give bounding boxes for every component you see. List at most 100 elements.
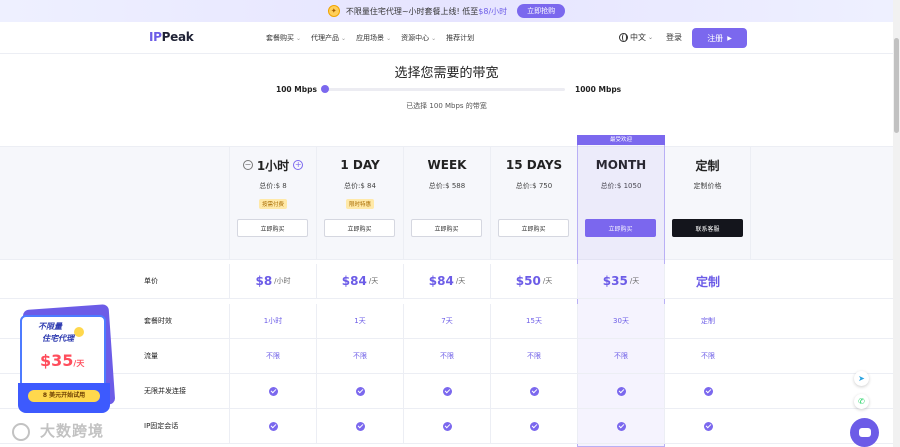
price-value: $50 bbox=[515, 274, 541, 288]
bandwidth-selected-text: 已选择 100 Mbps 的带宽 bbox=[406, 102, 487, 110]
price-cell: $84/天 bbox=[316, 264, 403, 298]
feature-label: 无限并发连接 bbox=[144, 387, 186, 395]
plan-total: 总价:$ 588 bbox=[428, 182, 466, 190]
buy-button[interactable]: 立即购买 bbox=[324, 219, 395, 237]
menu-item-resources[interactable]: 资源中心 ⌄ bbox=[401, 33, 436, 43]
recommended-badge: 最受欢迎 bbox=[577, 135, 665, 145]
sparkle-icon bbox=[74, 327, 84, 337]
check-icon bbox=[703, 421, 713, 431]
check-cell bbox=[577, 374, 664, 408]
menu-label: 套餐购买 bbox=[266, 34, 294, 42]
check-cell bbox=[403, 374, 490, 408]
chevron-down-icon: ⌄ bbox=[648, 34, 654, 41]
buy-button[interactable]: 立即购买 bbox=[237, 219, 308, 237]
feature-row-unit-price: 单价 $8/小时 $84/天 $84/天 $50/天 $35/天 定制 bbox=[0, 264, 893, 299]
price-value: 定制 bbox=[695, 274, 720, 289]
menu-label: 代理产品 bbox=[311, 34, 340, 42]
promo-text: 不限量住宅代理~小时套餐上线! 低至 bbox=[345, 6, 479, 16]
promo-card-line1: 不限量 bbox=[38, 322, 62, 331]
duration-cell: 1天 bbox=[316, 304, 403, 338]
check-cell bbox=[490, 374, 577, 408]
plan-column-day: 1 DAY 总价:$ 84 限时特惠 立即购买 bbox=[316, 147, 403, 259]
whatsapp-icon[interactable]: ✆ bbox=[854, 394, 869, 409]
price-value: $84 bbox=[428, 274, 454, 288]
promo-buy-button[interactable]: 立即抢购 bbox=[517, 4, 566, 18]
logo-text: Peak bbox=[161, 30, 194, 44]
traffic-cell: 不限 bbox=[403, 339, 490, 373]
plan-tag: 限时特惠 bbox=[345, 199, 374, 209]
price-cell: $8/小时 bbox=[229, 264, 316, 298]
watermark-logo-icon bbox=[12, 423, 30, 441]
chevron-down-icon: ⌄ bbox=[431, 35, 437, 42]
globe-icon bbox=[619, 33, 628, 42]
bandwidth-slider-handle[interactable] bbox=[321, 85, 329, 93]
plus-icon[interactable]: + bbox=[293, 160, 304, 170]
plan-column-custom: 定制 定制价格 联系客服 bbox=[664, 147, 751, 259]
plan-name: WEEK bbox=[427, 158, 467, 172]
register-label: 注册 bbox=[707, 33, 724, 43]
scrollbar-thumb[interactable] bbox=[894, 38, 899, 133]
price-cell: 定制 bbox=[664, 264, 751, 298]
menu-item-referral[interactable]: 推荐计划 bbox=[446, 33, 474, 43]
check-icon bbox=[355, 421, 365, 431]
feature-label: 流量 bbox=[144, 352, 158, 360]
promo-popup-card[interactable]: 不限量 住宅代理 $35/天 8 美元开始试用 bbox=[18, 304, 116, 415]
promo-card-price-unit: /天 bbox=[73, 359, 85, 368]
price-unit: /小时 bbox=[274, 277, 291, 285]
price-cell: $35/天 bbox=[577, 264, 664, 298]
minus-icon[interactable]: − bbox=[242, 160, 253, 170]
check-icon bbox=[355, 386, 365, 396]
check-icon bbox=[529, 421, 539, 431]
buy-button[interactable]: 立即购买 bbox=[411, 219, 482, 237]
promo-card-price: $35/天 bbox=[40, 351, 84, 370]
traffic-cell: 不限 bbox=[316, 339, 403, 373]
language-selector[interactable]: 中文 ⌄ bbox=[619, 32, 653, 43]
chat-button[interactable] bbox=[850, 418, 879, 447]
feature-row-traffic: 流量 不限 不限 不限 不限 不限 不限 bbox=[0, 339, 893, 374]
check-cell bbox=[403, 409, 490, 443]
check-icon bbox=[529, 386, 539, 396]
check-icon bbox=[616, 421, 626, 431]
plan-total: 定制价格 bbox=[693, 182, 722, 190]
chevron-down-icon: ⌄ bbox=[341, 35, 347, 42]
traffic-cell: 不限 bbox=[664, 339, 751, 373]
watermark-text: 大数跨境 bbox=[40, 422, 105, 440]
logo-ip: IP bbox=[149, 30, 162, 44]
logo[interactable]: IPPeak bbox=[149, 30, 194, 44]
trial-button[interactable]: 8 美元开始试用 bbox=[28, 390, 100, 402]
traffic-cell: 不限 bbox=[577, 339, 664, 373]
menu-item-products[interactable]: 代理产品 ⌄ bbox=[311, 33, 346, 43]
plan-column-15days: 15 DAYS 总价:$ 750 立即购买 bbox=[490, 147, 577, 259]
menu-item-packages[interactable]: 套餐购买 ⌄ bbox=[266, 33, 301, 43]
feature-label: 单价 bbox=[144, 277, 158, 285]
page-scrollbar[interactable] bbox=[893, 0, 900, 447]
bandwidth-title: 选择您需要的带宽 bbox=[394, 66, 499, 81]
chevron-down-icon: ⌄ bbox=[386, 35, 392, 42]
price-unit: /天 bbox=[368, 277, 379, 285]
check-icon bbox=[703, 386, 713, 396]
promo-card-line2: 住宅代理 bbox=[42, 334, 74, 343]
check-cell bbox=[664, 409, 751, 443]
check-icon bbox=[442, 386, 452, 396]
contact-support-button[interactable]: 联系客服 bbox=[672, 219, 743, 237]
traffic-cell: 不限 bbox=[490, 339, 577, 373]
bandwidth-slider-track[interactable] bbox=[325, 88, 565, 91]
price-cell: $84/天 bbox=[403, 264, 490, 298]
bandwidth-min-label: 100 Mbps bbox=[276, 85, 317, 94]
login-link[interactable]: 登录 bbox=[666, 32, 682, 43]
pricing-page: ✦ 不限量住宅代理~小时套餐上线! 低至 $8 /小时 立即抢购 IPPeak … bbox=[0, 0, 900, 447]
duration-cell: 1小时 bbox=[229, 304, 316, 338]
menu-label: 资源中心 bbox=[401, 34, 430, 42]
promo-price-unit: /小时 bbox=[488, 6, 508, 16]
plan-name: 1小时 bbox=[256, 158, 290, 173]
check-cell bbox=[316, 409, 403, 443]
gift-icon: ✦ bbox=[327, 5, 340, 17]
check-cell bbox=[229, 409, 316, 443]
menu-item-scenarios[interactable]: 应用场景 ⌄ bbox=[356, 33, 391, 43]
buy-button[interactable]: 立即购买 bbox=[498, 219, 569, 237]
register-button[interactable]: 注册 ▶ bbox=[692, 28, 747, 48]
menu-label: 推荐计划 bbox=[446, 34, 475, 42]
price-unit: /天 bbox=[629, 277, 640, 285]
check-cell bbox=[490, 409, 577, 443]
telegram-icon[interactable]: ➤ bbox=[854, 371, 869, 386]
